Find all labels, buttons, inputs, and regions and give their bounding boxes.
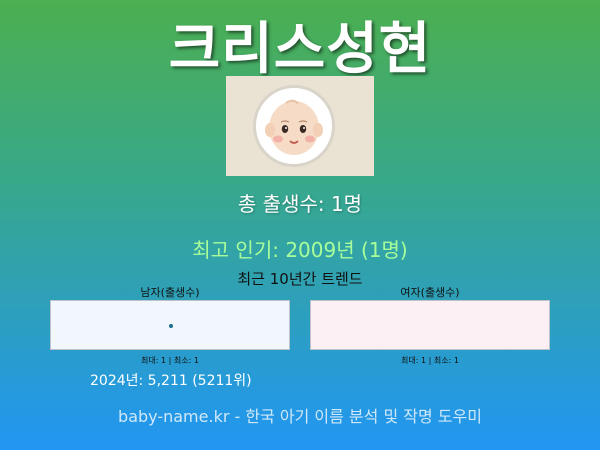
footer-text[interactable]: baby-name.kr - 한국 아기 이름 분석 및 작명 도우미 bbox=[0, 403, 600, 427]
most-popular-year: 최고 인기: 2009년 (1명) bbox=[192, 238, 408, 262]
total-births: 총 출생수: 1명 bbox=[237, 192, 363, 216]
female-trend-chart bbox=[310, 300, 550, 350]
baby-image bbox=[226, 76, 374, 176]
female-chart-label: 여자(출생수) bbox=[400, 286, 460, 299]
male-chart-label: 남자(출생수) bbox=[140, 286, 200, 299]
rank-2024: 2024년: 5,211 (5211위) bbox=[90, 373, 252, 389]
male-data-point bbox=[169, 324, 173, 328]
baby-face-icon bbox=[253, 85, 335, 167]
male-minmax: 최대: 1 | 최소: 1 bbox=[141, 356, 199, 365]
name-title: 크리스성현 bbox=[168, 17, 432, 82]
female-minmax: 최대: 1 | 최소: 1 bbox=[401, 356, 459, 365]
male-trend-chart bbox=[50, 300, 290, 350]
